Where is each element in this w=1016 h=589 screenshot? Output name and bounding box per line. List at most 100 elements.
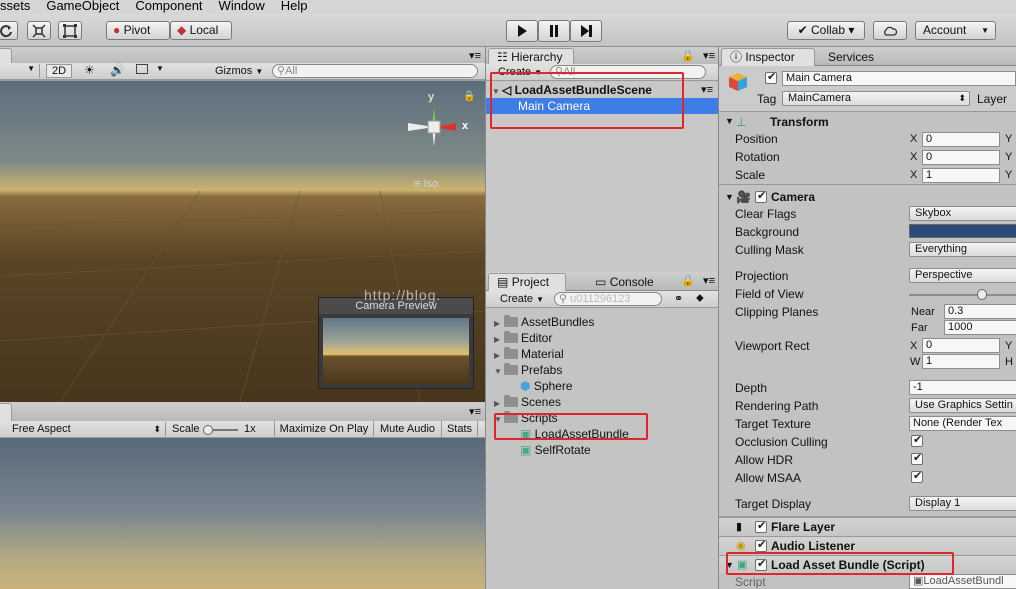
audio-listener-checkbox[interactable] xyxy=(755,538,767,552)
project-search-input[interactable]: ⚲ u011296123 xyxy=(554,292,662,306)
effects-toggle-icon[interactable] xyxy=(136,64,148,74)
filter-type-icon[interactable]: ⚭ xyxy=(674,292,683,305)
menu-component[interactable]: Component xyxy=(127,0,210,14)
near-field[interactable]: 0.3 xyxy=(944,304,1016,319)
project-item-scenes[interactable]: ▶ Scenes xyxy=(486,394,561,410)
2d-toggle[interactable]: 2D xyxy=(46,64,72,78)
aspect-label: Free Aspect xyxy=(12,423,71,435)
pivot-toggle[interactable]: ● Pivot xyxy=(106,21,170,40)
project-create-dropdown[interactable]: Create ▼ xyxy=(500,293,544,305)
game-viewport[interactable] xyxy=(0,438,485,589)
step-button[interactable] xyxy=(570,20,602,42)
maximize-on-play-toggle[interactable]: Maximize On Play xyxy=(274,421,374,438)
project-item-prefabs[interactable]: ▼ Prefabs xyxy=(486,362,562,378)
active-checkbox[interactable] xyxy=(765,70,777,84)
rect-tool-button[interactable] xyxy=(58,21,82,40)
scene-gizmo[interactable]: y x xyxy=(400,91,470,161)
chevron-down-icon: ▼ xyxy=(255,67,264,76)
target-texture-field[interactable]: None (Render Tex xyxy=(909,416,1016,431)
tab-console[interactable]: ▭ Console xyxy=(586,273,666,291)
position-x-label: X xyxy=(910,133,918,145)
play-button[interactable] xyxy=(506,20,538,42)
expand-arrow-icon[interactable]: ▼ xyxy=(725,116,734,126)
script-field[interactable]: ▣LoadAssetBundl xyxy=(909,574,1016,589)
filter-label-icon[interactable]: ⬥ xyxy=(696,292,704,305)
aspect-dropdown[interactable]: Free Aspect ⬍ xyxy=(0,422,166,436)
object-name-field[interactable]: Main Camera xyxy=(782,71,1016,86)
collab-button[interactable]: ✔ Collab ▾ xyxy=(787,21,865,40)
mute-audio-toggle[interactable]: Mute Audio xyxy=(374,421,442,438)
project-item-editor[interactable]: ▶ Editor xyxy=(486,330,552,346)
lock-icon[interactable]: 🔒 xyxy=(681,274,695,287)
scale-slider[interactable] xyxy=(203,425,238,435)
fov-slider[interactable] xyxy=(909,289,1016,300)
allow-hdr-checkbox[interactable] xyxy=(911,451,923,465)
local-toggle[interactable]: ◆ Local xyxy=(170,21,232,40)
shading-mode-dropdown[interactable]: ▼ xyxy=(0,64,40,78)
tab-project[interactable]: ▤ Project xyxy=(488,273,566,291)
lighting-toggle-icon[interactable]: ☀ xyxy=(84,63,95,77)
script-file-icon: ▣ xyxy=(520,443,535,457)
scale-x-field[interactable]: 1 xyxy=(922,168,1000,183)
target-display-dropdown[interactable]: Display 1 xyxy=(909,496,1016,511)
rotation-x-field[interactable]: 0 xyxy=(922,150,1000,165)
background-color-swatch[interactable] xyxy=(909,224,1016,238)
panel-menu-icon[interactable]: ▾≡ xyxy=(469,405,481,418)
tab-services[interactable]: Services xyxy=(819,48,889,66)
occlusion-culling-checkbox[interactable] xyxy=(911,433,923,447)
main-toolbar: ● Pivot ◆ Local ✔ Collab ▾ Account ▼ xyxy=(0,14,1016,47)
pause-button[interactable] xyxy=(538,20,570,42)
culling-mask-dropdown[interactable]: Everything xyxy=(909,242,1016,257)
projection-dropdown[interactable]: Perspective xyxy=(909,268,1016,283)
menu-gameobject[interactable]: GameObject xyxy=(38,0,127,14)
info-icon: ⓘ xyxy=(730,50,743,64)
cloud-button[interactable] xyxy=(873,21,907,40)
stats-toggle[interactable]: Stats xyxy=(442,421,478,438)
flare-layer-checkbox[interactable] xyxy=(755,519,767,533)
allow-msaa-checkbox[interactable] xyxy=(911,469,923,483)
far-field[interactable]: 1000 xyxy=(944,320,1016,335)
viewport-x-label: X xyxy=(910,340,918,352)
iso-label[interactable]: ≡ Iso xyxy=(414,178,438,190)
tag-dropdown[interactable]: MainCamera ⬍ xyxy=(782,91,970,106)
project-item-sphere[interactable]: ⬢ Sphere xyxy=(486,378,573,394)
account-dropdown[interactable]: Account ▼ xyxy=(915,21,996,40)
console-tab-label: Console xyxy=(609,275,654,289)
scene-viewport[interactable]: y x 🔒 ≡ Iso Camera Preview http://blog. xyxy=(0,81,485,402)
panel-menu-icon[interactable]: ▾≡ xyxy=(703,274,715,287)
local-icon: ◆ xyxy=(177,23,187,37)
watermark-text: http://blog. xyxy=(364,287,442,303)
allow-msaa-label: Allow MSAA xyxy=(735,471,802,485)
clipping-planes-label: Clipping Planes xyxy=(735,305,819,319)
expand-arrow-icon[interactable]: ▼ xyxy=(725,192,734,202)
clear-flags-dropdown[interactable]: Skybox xyxy=(909,206,1016,221)
tab-game[interactable] xyxy=(0,403,12,421)
lock-icon[interactable]: 🔒 xyxy=(463,91,475,102)
scale-tool-button[interactable] xyxy=(27,21,51,40)
menu-assets[interactable]: ssets xyxy=(0,0,38,14)
fov-slider-thumb[interactable] xyxy=(977,289,988,300)
menu-window[interactable]: Window xyxy=(211,0,273,14)
account-label: Account xyxy=(923,23,967,37)
rotate-tool-button[interactable] xyxy=(0,21,18,40)
gizmos-dropdown[interactable]: Gizmos ▼ xyxy=(215,65,263,77)
viewport-y-label: Y xyxy=(1005,340,1013,352)
project-item-selfrotate[interactable]: ▣ SelfRotate xyxy=(486,442,591,458)
scale-slider-thumb[interactable] xyxy=(203,425,213,435)
scene-menu-icon[interactable]: ▾≡ xyxy=(701,82,713,98)
scene-search-input[interactable]: ⚲All xyxy=(272,64,478,78)
viewport-x-field[interactable]: 0 xyxy=(922,338,1000,353)
lock-icon[interactable]: 🔒 xyxy=(681,49,695,62)
menu-help[interactable]: Help xyxy=(273,0,316,14)
depth-field[interactable]: -1 xyxy=(909,380,1016,395)
project-item-assetbundles[interactable]: ▶ AssetBundles xyxy=(486,314,594,330)
viewport-w-field[interactable]: 1 xyxy=(922,354,1000,369)
camera-enabled-checkbox[interactable] xyxy=(755,189,767,203)
position-x-field[interactable]: 0 xyxy=(922,132,1000,147)
project-item-material[interactable]: ▶ Material xyxy=(486,346,564,362)
panel-menu-icon[interactable]: ▾≡ xyxy=(469,49,481,62)
audio-toggle-icon[interactable]: 🔊 xyxy=(110,63,125,77)
tab-inspector[interactable]: ⓘ Inspector xyxy=(721,48,815,66)
rendering-path-dropdown[interactable]: Use Graphics Settin xyxy=(909,398,1016,413)
panel-menu-icon[interactable]: ▾≡ xyxy=(703,49,715,62)
